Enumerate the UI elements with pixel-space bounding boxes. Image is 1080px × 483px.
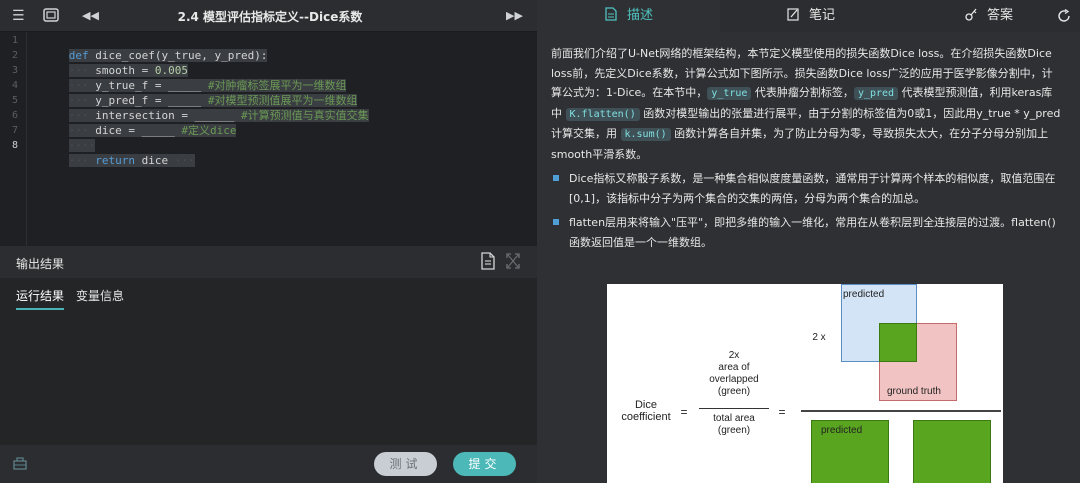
description-pane: 描述 笔记 答案 前面我们介绍了U-Net网络的框架结构，本节定义模型使用的损失… <box>537 0 1080 483</box>
refresh-icon[interactable] <box>1057 9 1071 23</box>
code-line-6: ··· dice = _____ #定义dice <box>68 124 237 137</box>
submit-button[interactable]: 提交 <box>453 452 516 476</box>
code-chip-y-pred: y_pred <box>853 87 899 100</box>
list-item: Dice指标又称骰子系数，是一种集合相似度度量函数，通常用于计算两个样本的相似度… <box>551 169 1061 208</box>
tab-run-result[interactable]: 运行结果 <box>16 287 65 310</box>
tab-variable-info[interactable]: 变量信息 <box>76 287 124 304</box>
collapse-left-icon[interactable]: ◀◀ <box>82 7 99 25</box>
line-number: 6 <box>11 110 18 121</box>
tab-notes-label: 笔记 <box>809 8 836 23</box>
fig-two-x: 2 x <box>812 332 826 343</box>
line-number: 5 <box>11 95 18 106</box>
code-editor[interactable]: 1 2 3 4 5 6 7 8 def dice_coef(y_true, y_… <box>0 32 537 246</box>
fig-numerator: 2x area of overlapped (green) <box>709 350 759 397</box>
document-icon[interactable] <box>481 252 495 270</box>
bullet-list: Dice指标又称骰子系数，是一种集合相似度度量函数，通常用于计算两个样本的相似度… <box>551 169 1061 252</box>
code-line-2: ··· smooth = 0.005 <box>68 64 188 77</box>
tab-description-label: 描述 <box>627 8 654 23</box>
tab-answer[interactable]: 答案 <box>965 0 1013 32</box>
fig-predicted-label: predicted <box>843 289 885 300</box>
fig-ground-truth-area <box>913 420 991 483</box>
code-line-7: ···· <box>68 139 96 152</box>
fig-fraction-line-2 <box>801 410 1001 412</box>
fig-equals-2: = <box>778 405 786 419</box>
code-chip-y-true: y_true <box>707 87 752 100</box>
code-line-3: ··· y_true_f = _____ #对肿瘤标签展平为一维数组 <box>68 79 347 92</box>
toolkit-icon[interactable] <box>12 455 28 471</box>
description-content: 前面我们介绍了U-Net网络的框架结构，本节定义模型使用的损失函数Dice lo… <box>551 44 1061 257</box>
editor-toolbar: ☰ ◀◀ 2.4 模型评估指标定义--Dice系数 ▶▶ <box>0 0 537 32</box>
line-number: 7 <box>11 125 18 136</box>
fig-denominator: total area (green) <box>713 413 755 436</box>
tab-description[interactable]: 描述 <box>605 0 653 32</box>
test-button[interactable]: 测试 <box>374 452 437 476</box>
fullscreen-icon[interactable] <box>506 253 520 269</box>
line-number: 4 <box>11 80 18 91</box>
fig-fraction-line <box>699 408 769 409</box>
edit-icon <box>787 8 799 21</box>
tab-answer-label: 答案 <box>987 8 1014 23</box>
output-label: 输出结果 <box>16 257 65 271</box>
code-line-4: ··· y_pred_f = _____ #对模型预测值展平为一维数组 <box>68 94 358 107</box>
dice-formula-figure: Dice coefficient = 2x area of overlapped (gr… <box>607 284 1003 483</box>
screen-icon[interactable] <box>43 8 59 22</box>
list-item: flatten层用来将输入"压平"，即把多维的输入一维化，常用在从卷积层到全连接… <box>551 213 1061 252</box>
fig-overlap-square <box>879 323 917 362</box>
code-pane: ☰ ◀◀ 2.4 模型评估指标定义--Dice系数 ▶▶ 1 2 3 4 5 6… <box>0 0 537 483</box>
expand-right-icon[interactable]: ▶▶ <box>506 7 523 25</box>
line-gutter: 1 2 3 4 5 6 7 8 <box>0 32 27 246</box>
key-icon <box>965 8 977 21</box>
code-chip-sum: k.sum() <box>620 128 671 141</box>
fig-dice-label: Dice coefficient <box>621 399 671 423</box>
intro-paragraph: 前面我们介绍了U-Net网络的框架结构，本节定义模型使用的损失函数Dice lo… <box>551 47 1061 161</box>
document-icon <box>605 7 617 21</box>
line-number: 8 <box>11 140 18 151</box>
code-line-1: def dice_coef(y_true, y_pred): <box>68 49 268 62</box>
output-header: 输出结果 <box>0 246 537 278</box>
fig-predicted-area-label: predicted <box>821 425 863 436</box>
fig-equals: = <box>680 405 688 419</box>
output-tabs: 运行结果 变量信息 <box>0 278 537 310</box>
fig-ground-truth-label: ground truth <box>887 386 941 397</box>
code-line-8: ··· return dice ··· <box>68 154 195 167</box>
line-number: 1 <box>11 35 18 46</box>
page-title: 2.4 模型评估指标定义--Dice系数 <box>177 10 363 24</box>
code-chip-flatten: K.flatten() <box>565 107 640 121</box>
right-tabs: 描述 笔记 答案 <box>537 0 1080 32</box>
menu-list-icon[interactable]: ☰ <box>12 7 25 25</box>
action-bar: 测试 提交 <box>0 445 537 483</box>
code-line-5: ··· intersection = ______ #计算预测值与真实值交集 <box>68 109 369 122</box>
line-number: 3 <box>11 65 18 76</box>
tab-notes[interactable]: 笔记 <box>787 0 835 32</box>
line-number: 2 <box>11 50 18 61</box>
